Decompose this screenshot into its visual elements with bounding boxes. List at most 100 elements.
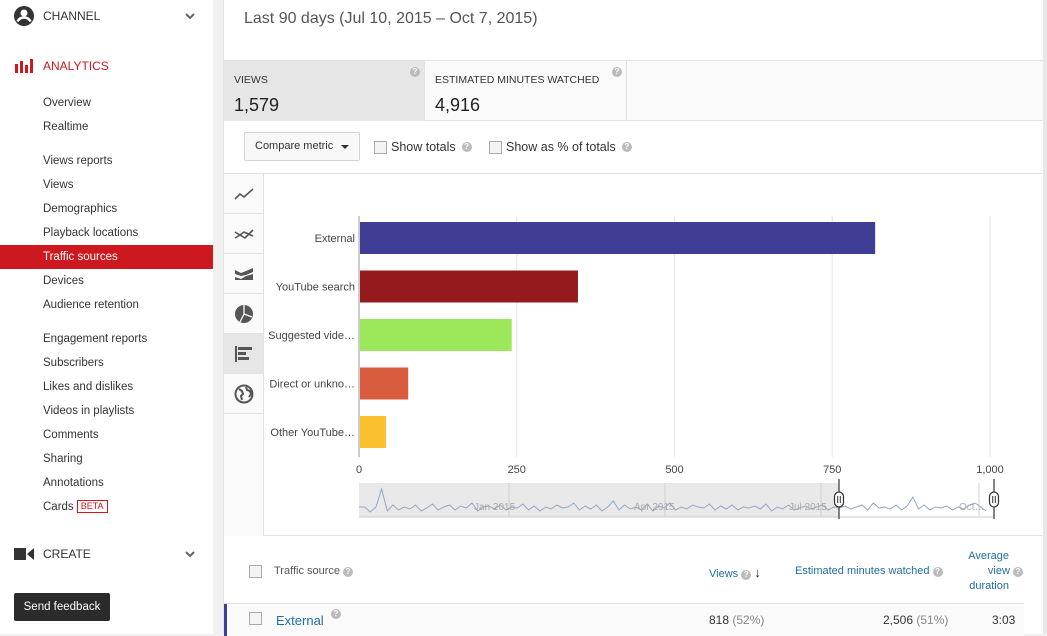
- timeline-label: Jan 2015: [474, 502, 516, 513]
- header-label: duration: [969, 580, 1009, 592]
- compare-metric-dropdown[interactable]: Compare metric: [244, 132, 360, 161]
- line-chart-button[interactable]: [224, 174, 263, 214]
- sidebar-item-videos-in-playlists[interactable]: Videos in playlists: [0, 399, 213, 423]
- sidebar-item-views[interactable]: Views: [0, 173, 213, 197]
- table-header: Traffic source ? Views ? ↓ Estimated min…: [224, 537, 1024, 604]
- category-label: Direct or unkno…: [269, 379, 355, 391]
- checkbox[interactable]: [489, 140, 502, 154]
- channel-label: CHANNEL: [43, 9, 101, 23]
- timeline-unselected-range: [359, 483, 839, 517]
- analytics-bars-icon: [15, 59, 33, 73]
- help-icon[interactable]: ?: [612, 67, 622, 77]
- x-tick-label: 0: [356, 464, 362, 476]
- sidebar-item-devices[interactable]: Devices: [0, 269, 213, 293]
- header-label: Traffic source: [274, 565, 341, 577]
- multiline-chart-button[interactable]: [224, 214, 263, 254]
- header-label: Views: [709, 568, 739, 580]
- header-traffic-source[interactable]: Traffic source ?: [274, 565, 354, 577]
- sidebar-item-comments[interactable]: Comments: [0, 423, 213, 447]
- metric-tabs: VIEWS 1,579 ? ESTIMATED MINUTES WATCHED …: [224, 60, 1044, 121]
- video-camera-icon: [14, 548, 34, 560]
- metric-title: ESTIMATED MINUTES WATCHED: [435, 74, 600, 86]
- chevron-down-icon[interactable]: [184, 548, 196, 560]
- timeline-label: Apr 2015: [634, 502, 675, 513]
- source-link[interactable]: External: [276, 613, 324, 628]
- header-views[interactable]: Views ? ↓: [709, 565, 761, 580]
- sidebar-item-annotations[interactable]: Annotations: [0, 471, 213, 495]
- help-icon[interactable]: ?: [343, 567, 354, 577]
- x-tick-label: 250: [508, 464, 526, 476]
- bar-chart-button[interactable]: [224, 334, 263, 374]
- chevron-down-icon[interactable]: [184, 10, 196, 22]
- metric-value: 1,579: [234, 95, 280, 115]
- help-icon[interactable]: ?: [410, 67, 420, 77]
- map-globe-icon: [234, 384, 253, 403]
- sidebar-item-engagement-reports[interactable]: Engagement reports: [0, 327, 213, 351]
- sidebar: CHANNEL ANALYTICS Overview Realtime View…: [0, 0, 213, 634]
- checkbox[interactable]: [374, 140, 387, 154]
- chart-area: External YouTube search Suggested vide… Dir…: [264, 174, 1044, 536]
- scrollbar[interactable]: [1043, 0, 1047, 634]
- help-icon[interactable]: ?: [621, 142, 632, 152]
- table-row[interactable]: External ? 818 (52%) 2,506 (51%) 3:03: [224, 604, 1024, 636]
- analytics-section[interactable]: ANALYTICS: [0, 50, 213, 82]
- timeline-handle[interactable]: [988, 491, 1000, 508]
- channel-section[interactable]: CHANNEL: [0, 0, 213, 32]
- sidebar-item-traffic-sources[interactable]: Traffic sources: [0, 245, 213, 269]
- sidebar-item-playback-locations[interactable]: Playback locations: [0, 221, 213, 245]
- timeline-label: Jul 2015: [789, 502, 827, 513]
- sidebar-item-sharing[interactable]: Sharing: [0, 447, 213, 471]
- bar-chart-icon: [234, 345, 252, 362]
- show-pct-checkbox[interactable]: Show as % of totals?: [489, 140, 632, 154]
- avg-duration-cell: 3:03: [992, 613, 1016, 627]
- category-label: YouTube search: [276, 282, 355, 294]
- sidebar-item-views-reports[interactable]: Views reports: [0, 149, 213, 173]
- category-label: Other YouTube…: [270, 427, 355, 439]
- show-totals-checkbox[interactable]: Show totals?: [374, 140, 472, 154]
- bar-chart: External YouTube search Suggested vide… Dir…: [268, 216, 1004, 519]
- help-icon[interactable]: ?: [741, 570, 752, 580]
- create-section[interactable]: CREATE: [0, 538, 213, 570]
- x-tick-label: 750: [823, 464, 841, 476]
- header-avg-duration[interactable]: Average view ? duration: [954, 549, 1024, 594]
- analytics-label: ANALYTICS: [43, 59, 109, 73]
- date-range-title[interactable]: Last 90 days (Jul 10, 2015 – Oct 7, 2015…: [244, 10, 538, 28]
- metric-tab-minutes[interactable]: ESTIMATED MINUTES WATCHED 4,916 ?: [425, 61, 627, 121]
- map-chart-button[interactable]: [224, 374, 263, 414]
- views-pct: (52%): [732, 613, 765, 627]
- sidebar-item-demographics[interactable]: Demographics: [0, 197, 213, 221]
- row-checkbox[interactable]: [249, 612, 262, 625]
- pie-chart-button[interactable]: [224, 294, 263, 334]
- minutes-pct: (51%): [916, 613, 949, 627]
- timeline-handle[interactable]: [833, 491, 845, 508]
- metric-title: VIEWS: [234, 74, 268, 86]
- help-icon[interactable]: ?: [461, 142, 472, 152]
- header-label: view: [987, 565, 1010, 577]
- bar-suggested-vide: [360, 319, 512, 351]
- views-cell: 818 (52%): [709, 613, 764, 627]
- stacked-area-button[interactable]: [224, 254, 263, 294]
- header-label: Average: [968, 550, 1009, 562]
- sidebar-item-subscribers[interactable]: Subscribers: [0, 351, 213, 375]
- sidebar-item-audience-retention[interactable]: Audience retention: [0, 293, 213, 317]
- sidebar-item-realtime[interactable]: Realtime: [0, 115, 213, 139]
- x-tick-label: 500: [665, 464, 683, 476]
- metric-tab-views[interactable]: VIEWS 1,579 ?: [224, 61, 425, 121]
- show-totals-label: Show totals: [391, 140, 456, 154]
- sidebar-item-cards[interactable]: Cards BETA: [0, 495, 213, 519]
- compare-metric-label: Compare metric: [255, 140, 334, 152]
- caret-down-icon: [341, 145, 349, 149]
- sidebar-item-overview[interactable]: Overview: [0, 91, 213, 115]
- bar-other-youtube: [360, 416, 387, 448]
- help-icon[interactable]: ?: [932, 567, 943, 577]
- pie-chart-icon: [234, 304, 253, 323]
- header-minutes[interactable]: Estimated minutes watched ?: [795, 565, 943, 577]
- sidebar-item-likes-dislikes[interactable]: Likes and dislikes: [0, 375, 213, 399]
- line-chart-icon: [233, 187, 254, 200]
- select-all-checkbox[interactable]: [249, 565, 262, 578]
- views-value: 818: [709, 613, 730, 627]
- help-icon[interactable]: ?: [331, 609, 341, 619]
- help-icon[interactable]: ?: [1013, 567, 1023, 577]
- category-label: External: [315, 233, 355, 245]
- send-feedback-button[interactable]: Send feedback: [14, 593, 110, 621]
